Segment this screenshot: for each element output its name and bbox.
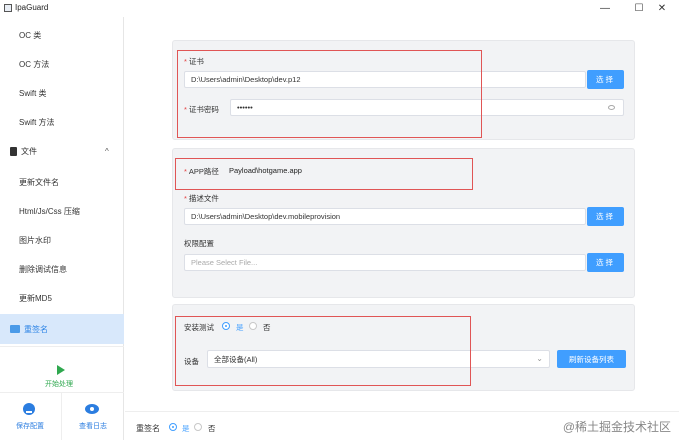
highlight-box-cert: [177, 50, 482, 138]
sidebar-item-strip-debug[interactable]: 删除调试信息: [0, 255, 124, 284]
resign-no-label: 否: [208, 424, 216, 433]
window-title: IpaGuard: [15, 3, 49, 12]
sidebar-item-label: 重签名: [24, 324, 48, 334]
desc-select-button[interactable]: 选择: [587, 207, 624, 226]
chevron-down-icon: ⌄: [536, 354, 543, 363]
title-bar: IpaGuard — ☐ ✕: [0, 0, 679, 16]
highlight-box-install: [175, 316, 471, 386]
desc-file-input[interactable]: D:\Users\admin\Desktop\dev.mobileprovisi…: [184, 208, 586, 225]
desc-file-label: * 描述文件: [184, 194, 219, 203]
app-icon: [4, 4, 12, 12]
sidebar-item-label: 更新文件名: [19, 178, 59, 187]
play-icon: [57, 365, 65, 375]
sidebar-item-label: 更新MD5: [19, 294, 52, 303]
save-config-button[interactable]: 保存配置: [0, 393, 60, 440]
sidebar: OC 类 OC 方法 Swift 类 Swift 方法 文件 ^ 更新文件名 H…: [0, 17, 124, 440]
signature-icon: [10, 325, 20, 333]
eye-icon: [85, 404, 99, 414]
minimize-button[interactable]: —: [588, 0, 622, 16]
start-process-label: 开始处理: [45, 381, 73, 388]
sidebar-item-label: Html/Js/Css 压缩: [19, 207, 80, 216]
entitlements-input[interactable]: Please Select File...: [184, 254, 586, 271]
entitlements-label: 权限配置: [184, 239, 214, 248]
sidebar-item-label: 删除调试信息: [19, 265, 67, 274]
show-password-icon[interactable]: [608, 105, 615, 110]
highlight-box-app-path: [175, 158, 473, 190]
resign-label: 重签名: [136, 424, 160, 433]
cert-select-button[interactable]: 选择: [587, 70, 624, 89]
sidebar-item-compress[interactable]: Html/Js/Css 压缩: [0, 197, 124, 226]
sidebar-item-rename-files[interactable]: 更新文件名: [0, 168, 124, 197]
refresh-devices-button[interactable]: 刷新设备列表: [557, 350, 626, 368]
sidebar-item-swift-method[interactable]: Swift 方法: [0, 108, 124, 137]
sidebar-item-label: OC 方法: [19, 60, 50, 69]
sidebar-item-label: Swift 方法: [19, 118, 55, 127]
sidebar-bottom-actions: 保存配置 查看日志: [0, 392, 124, 440]
download-icon: [23, 403, 35, 415]
start-process-button[interactable]: 开始处理: [0, 346, 124, 394]
sidebar-item-label: OC 类: [19, 31, 42, 40]
sidebar-item-swift-class[interactable]: Swift 类: [0, 79, 124, 108]
sidebar-section-file[interactable]: 文件 ^: [0, 137, 124, 166]
close-button[interactable]: ✕: [645, 0, 679, 16]
resign-yes-label: 是: [182, 424, 190, 433]
resign-yes-radio[interactable]: [169, 423, 177, 431]
sidebar-item-resign[interactable]: 重签名: [0, 314, 124, 344]
sidebar-item-label: Swift 类: [19, 89, 47, 98]
watermark: @稀土掘金技术社区: [562, 420, 671, 434]
sidebar-item-oc-class[interactable]: OC 类: [0, 21, 124, 50]
sidebar-item-watermark[interactable]: 图片水印: [0, 226, 124, 255]
sidebar-item-update-md5[interactable]: 更新MD5: [0, 284, 124, 313]
chevron-up-icon: ^: [105, 147, 109, 156]
resign-no-radio[interactable]: [194, 423, 202, 431]
sidebar-item-oc-method[interactable]: OC 方法: [0, 50, 124, 79]
file-icon: [10, 147, 17, 156]
sidebar-section-label: 文件: [21, 147, 37, 156]
view-log-button[interactable]: 查看日志: [62, 393, 122, 440]
sidebar-item-label: 图片水印: [19, 236, 51, 245]
view-log-label: 查看日志: [79, 423, 107, 430]
entitlements-select-button[interactable]: 选择: [587, 253, 624, 272]
main-panel: * 证书 D:\Users\admin\Desktop\dev.p12 选择 * 证…: [125, 17, 679, 411]
save-config-label: 保存配置: [16, 423, 44, 430]
